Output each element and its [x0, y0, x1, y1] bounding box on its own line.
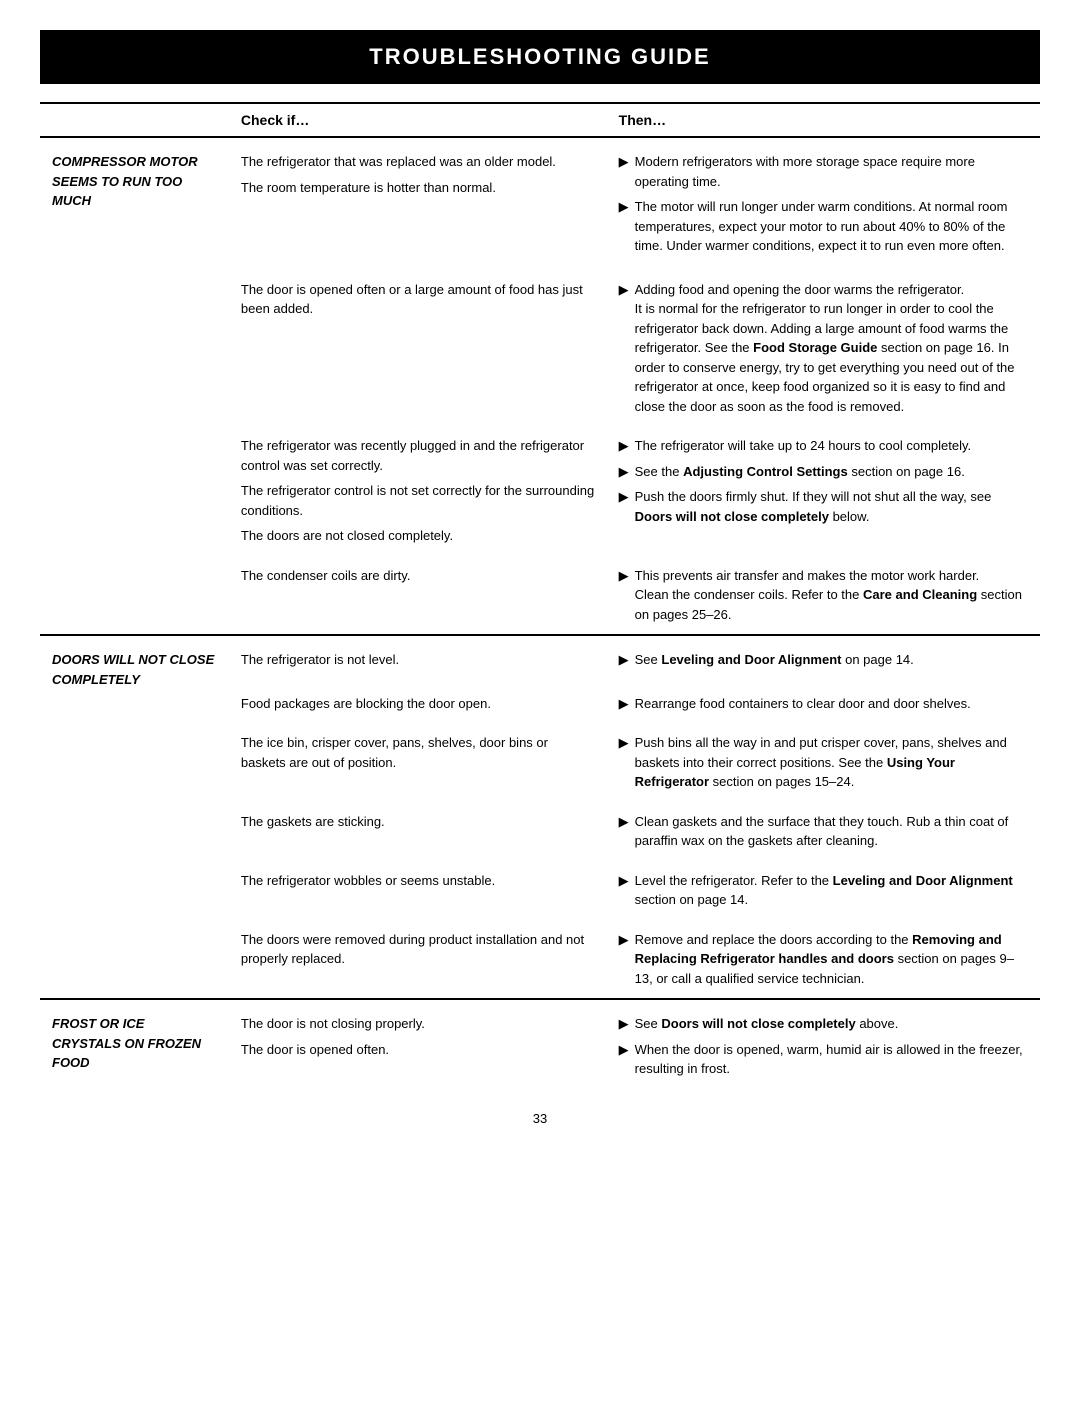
then-text: When the door is opened, warm, humid air… [635, 1040, 1028, 1079]
then-text: The refrigerator will take up to 24 hour… [635, 436, 1028, 456]
col-header-issue [40, 103, 229, 137]
then-item: ▶ Level the refrigerator. Refer to the Le… [619, 871, 1028, 910]
check-text: The door is not closing properly. [241, 1014, 595, 1034]
then-item: ▶ Modern refrigerators with more storage … [619, 152, 1028, 191]
issue-label: COMPRESSOR MOTOR SEEMS TO RUN TOO MUCH [52, 154, 198, 208]
check-cell: The refrigerator is not level. [229, 635, 607, 684]
then-text: Level the refrigerator. Refer to the Lev… [635, 871, 1028, 910]
then-text: The motor will run longer under warm con… [635, 197, 1028, 256]
then-text: Remove and replace the doors according t… [635, 930, 1028, 989]
then-item: ▶ This prevents air transfer and makes th… [619, 566, 1028, 625]
check-text: The refrigerator that was replaced was a… [241, 152, 595, 172]
check-cell: The refrigerator that was replaced was a… [229, 137, 607, 270]
then-text: Rearrange food containers to clear door … [635, 694, 1028, 714]
then-item: ▶ Adding food and opening the door warms … [619, 280, 1028, 417]
check-text: The ice bin, crisper cover, pans, shelve… [241, 733, 595, 772]
then-item: ▶ Rearrange food containers to clear door… [619, 694, 1028, 714]
then-item: ▶ See the Adjusting Control Settings sect… [619, 462, 1028, 482]
then-text: See the Adjusting Control Settings secti… [635, 462, 1028, 482]
page-number: 33 [40, 1111, 1040, 1126]
then-cell: ▶ Push bins all the way in and put crispe… [607, 723, 1040, 802]
table-row: COMPRESSOR MOTOR SEEMS TO RUN TOO MUCH Th… [40, 137, 1040, 270]
check-text: The refrigerator is not level. [241, 650, 595, 670]
col-header-then: Then… [607, 103, 1040, 137]
then-cell: ▶ Level the refrigerator. Refer to the Le… [607, 861, 1040, 920]
then-item: ▶ The refrigerator will take up to 24 hou… [619, 436, 1028, 456]
arrow-icon: ▶ [619, 462, 629, 482]
then-cell: ▶ See Doors will not close completely abo… [607, 999, 1040, 1093]
issue-cell: FROST OR ICE CRYSTALS ON FROZEN FOOD [40, 999, 229, 1093]
check-text: The door is opened often or a large amou… [241, 280, 595, 319]
arrow-icon: ▶ [619, 436, 629, 456]
then-item: ▶ See Doors will not close completely abo… [619, 1014, 1028, 1034]
then-item: ▶ Remove and replace the doors according … [619, 930, 1028, 989]
then-cell: ▶ Clean gaskets and the surface that they… [607, 802, 1040, 861]
then-cell: ▶ Rearrange food containers to clear door… [607, 684, 1040, 724]
then-cell: ▶ Adding food and opening the door warms … [607, 270, 1040, 427]
then-item: ▶ Push the doors firmly shut. If they wil… [619, 487, 1028, 526]
then-text: See Leveling and Door Alignment on page … [635, 650, 1028, 670]
check-text: Food packages are blocking the door open… [241, 694, 595, 714]
then-item: ▶ Clean gaskets and the surface that they… [619, 812, 1028, 851]
check-cell: The doors were removed during product in… [229, 920, 607, 1000]
then-item: ▶ When the door is opened, warm, humid ai… [619, 1040, 1028, 1079]
arrow-icon: ▶ [619, 152, 629, 172]
check-cell: The door is opened often or a large amou… [229, 270, 607, 427]
issue-cell: COMPRESSOR MOTOR SEEMS TO RUN TOO MUCH [40, 137, 229, 635]
check-cell: The gaskets are sticking. [229, 802, 607, 861]
then-cell: ▶ The refrigerator will take up to 24 hou… [607, 426, 1040, 556]
then-text: Modern refrigerators with more storage s… [635, 152, 1028, 191]
arrow-icon: ▶ [619, 871, 629, 891]
arrow-icon: ▶ [619, 733, 629, 753]
then-cell: ▶ This prevents air transfer and makes th… [607, 556, 1040, 636]
check-cell: Food packages are blocking the door open… [229, 684, 607, 724]
then-cell: ▶ See Leveling and Door Alignment on page… [607, 635, 1040, 684]
check-text: The refrigerator control is not set corr… [241, 481, 595, 520]
check-cell: The condenser coils are dirty. [229, 556, 607, 636]
then-item: ▶ Push bins all the way in and put crispe… [619, 733, 1028, 792]
page-title: TROUBLESHOOTING GUIDE [40, 30, 1040, 84]
check-text: The room temperature is hotter than norm… [241, 178, 595, 198]
table-row: FROST OR ICE CRYSTALS ON FROZEN FOOD The … [40, 999, 1040, 1093]
check-text: The door is opened often. [241, 1040, 595, 1060]
issue-cell: DOORS WILL NOT CLOSE COMPLETELY [40, 635, 229, 999]
arrow-icon: ▶ [619, 566, 629, 586]
issue-label: FROST OR ICE CRYSTALS ON FROZEN FOOD [52, 1016, 201, 1070]
then-text: Push bins all the way in and put crisper… [635, 733, 1028, 792]
arrow-icon: ▶ [619, 1040, 629, 1060]
arrow-icon: ▶ [619, 650, 629, 670]
check-text: The refrigerator was recently plugged in… [241, 436, 595, 475]
check-text: The gaskets are sticking. [241, 812, 595, 832]
check-text: The doors were removed during product in… [241, 930, 595, 969]
table-row: DOORS WILL NOT CLOSE COMPLETELY The refri… [40, 635, 1040, 684]
arrow-icon: ▶ [619, 487, 629, 507]
check-cell: The door is not closing properly. The doo… [229, 999, 607, 1093]
then-text: Push the doors firmly shut. If they will… [635, 487, 1028, 526]
check-text: The condenser coils are dirty. [241, 566, 595, 586]
arrow-icon: ▶ [619, 1014, 629, 1034]
check-cell: The refrigerator wobbles or seems unstab… [229, 861, 607, 920]
then-text: This prevents air transfer and makes the… [635, 566, 1028, 625]
check-cell: The ice bin, crisper cover, pans, shelve… [229, 723, 607, 802]
arrow-icon: ▶ [619, 930, 629, 950]
check-text: The refrigerator wobbles or seems unstab… [241, 871, 595, 891]
arrow-icon: ▶ [619, 812, 629, 832]
then-text: Adding food and opening the door warms t… [635, 280, 1028, 417]
col-header-check: Check if… [229, 103, 607, 137]
then-cell: ▶ Remove and replace the doors according … [607, 920, 1040, 1000]
issue-label: DOORS WILL NOT CLOSE COMPLETELY [52, 652, 214, 687]
then-item: ▶ See Leveling and Door Alignment on page… [619, 650, 1028, 670]
then-item: ▶ The motor will run longer under warm co… [619, 197, 1028, 256]
check-cell: The refrigerator was recently plugged in… [229, 426, 607, 556]
then-text: See Doors will not close completely abov… [635, 1014, 1028, 1034]
check-text: The doors are not closed completely. [241, 526, 595, 546]
arrow-icon: ▶ [619, 694, 629, 714]
then-cell: ▶ Modern refrigerators with more storage … [607, 137, 1040, 270]
arrow-icon: ▶ [619, 197, 629, 217]
arrow-icon: ▶ [619, 280, 629, 300]
then-text: Clean gaskets and the surface that they … [635, 812, 1028, 851]
